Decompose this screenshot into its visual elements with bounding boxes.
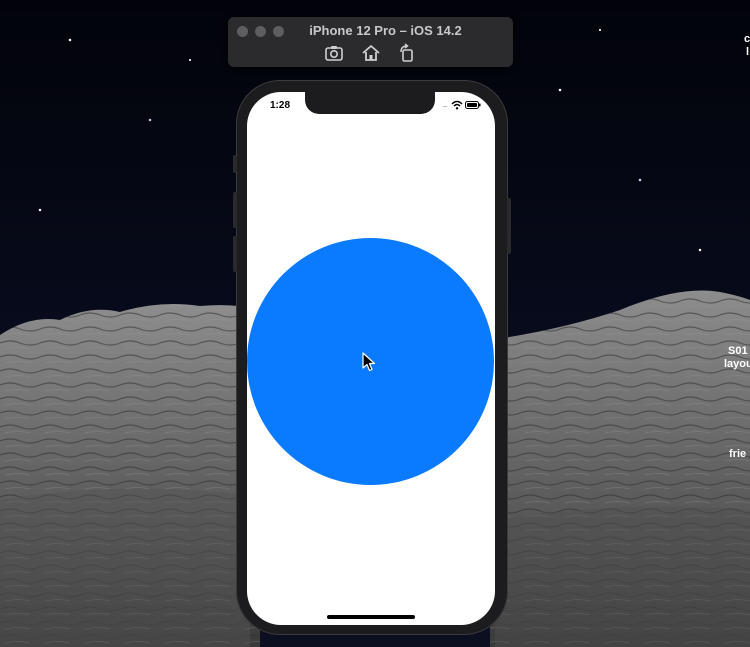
desktop-edge-text: layou (724, 358, 750, 370)
screenshot-button[interactable] (323, 43, 345, 63)
simulator-toolbar (228, 43, 513, 63)
status-bar-indicators: .... (421, 100, 481, 110)
status-bar-time: 1:28 (270, 100, 291, 111)
desktop-edge-text: S01 (728, 345, 748, 357)
simulator-window-titlebar[interactable]: iPhone 12 Pro – iOS 14.2 (228, 17, 513, 67)
desktop-edge-text: l (746, 46, 750, 58)
home-indicator[interactable] (327, 615, 415, 619)
desktop-edge-text: c (744, 33, 750, 45)
mouse-pointer-icon (362, 352, 376, 372)
volume-down-button[interactable] (233, 236, 237, 272)
wifi-icon (451, 100, 463, 110)
screenshot-icon (325, 46, 343, 61)
side-power-button[interactable] (507, 198, 511, 254)
home-button[interactable] (360, 43, 382, 63)
desktop: c l S01 layou frie iPhone 12 Pro – iOS 1… (0, 0, 750, 647)
simulator-title: iPhone 12 Pro – iOS 14.2 (309, 23, 462, 38)
rotate-button[interactable] (396, 43, 418, 63)
rotate-icon (400, 43, 413, 62)
desktop-edge-text: frie (729, 448, 747, 460)
volume-up-button[interactable] (233, 192, 237, 228)
mute-switch[interactable] (233, 155, 237, 173)
home-icon (361, 45, 380, 61)
battery-icon (465, 101, 481, 109)
screen-notch (305, 92, 435, 114)
signal-indicator: .... (442, 100, 448, 109)
